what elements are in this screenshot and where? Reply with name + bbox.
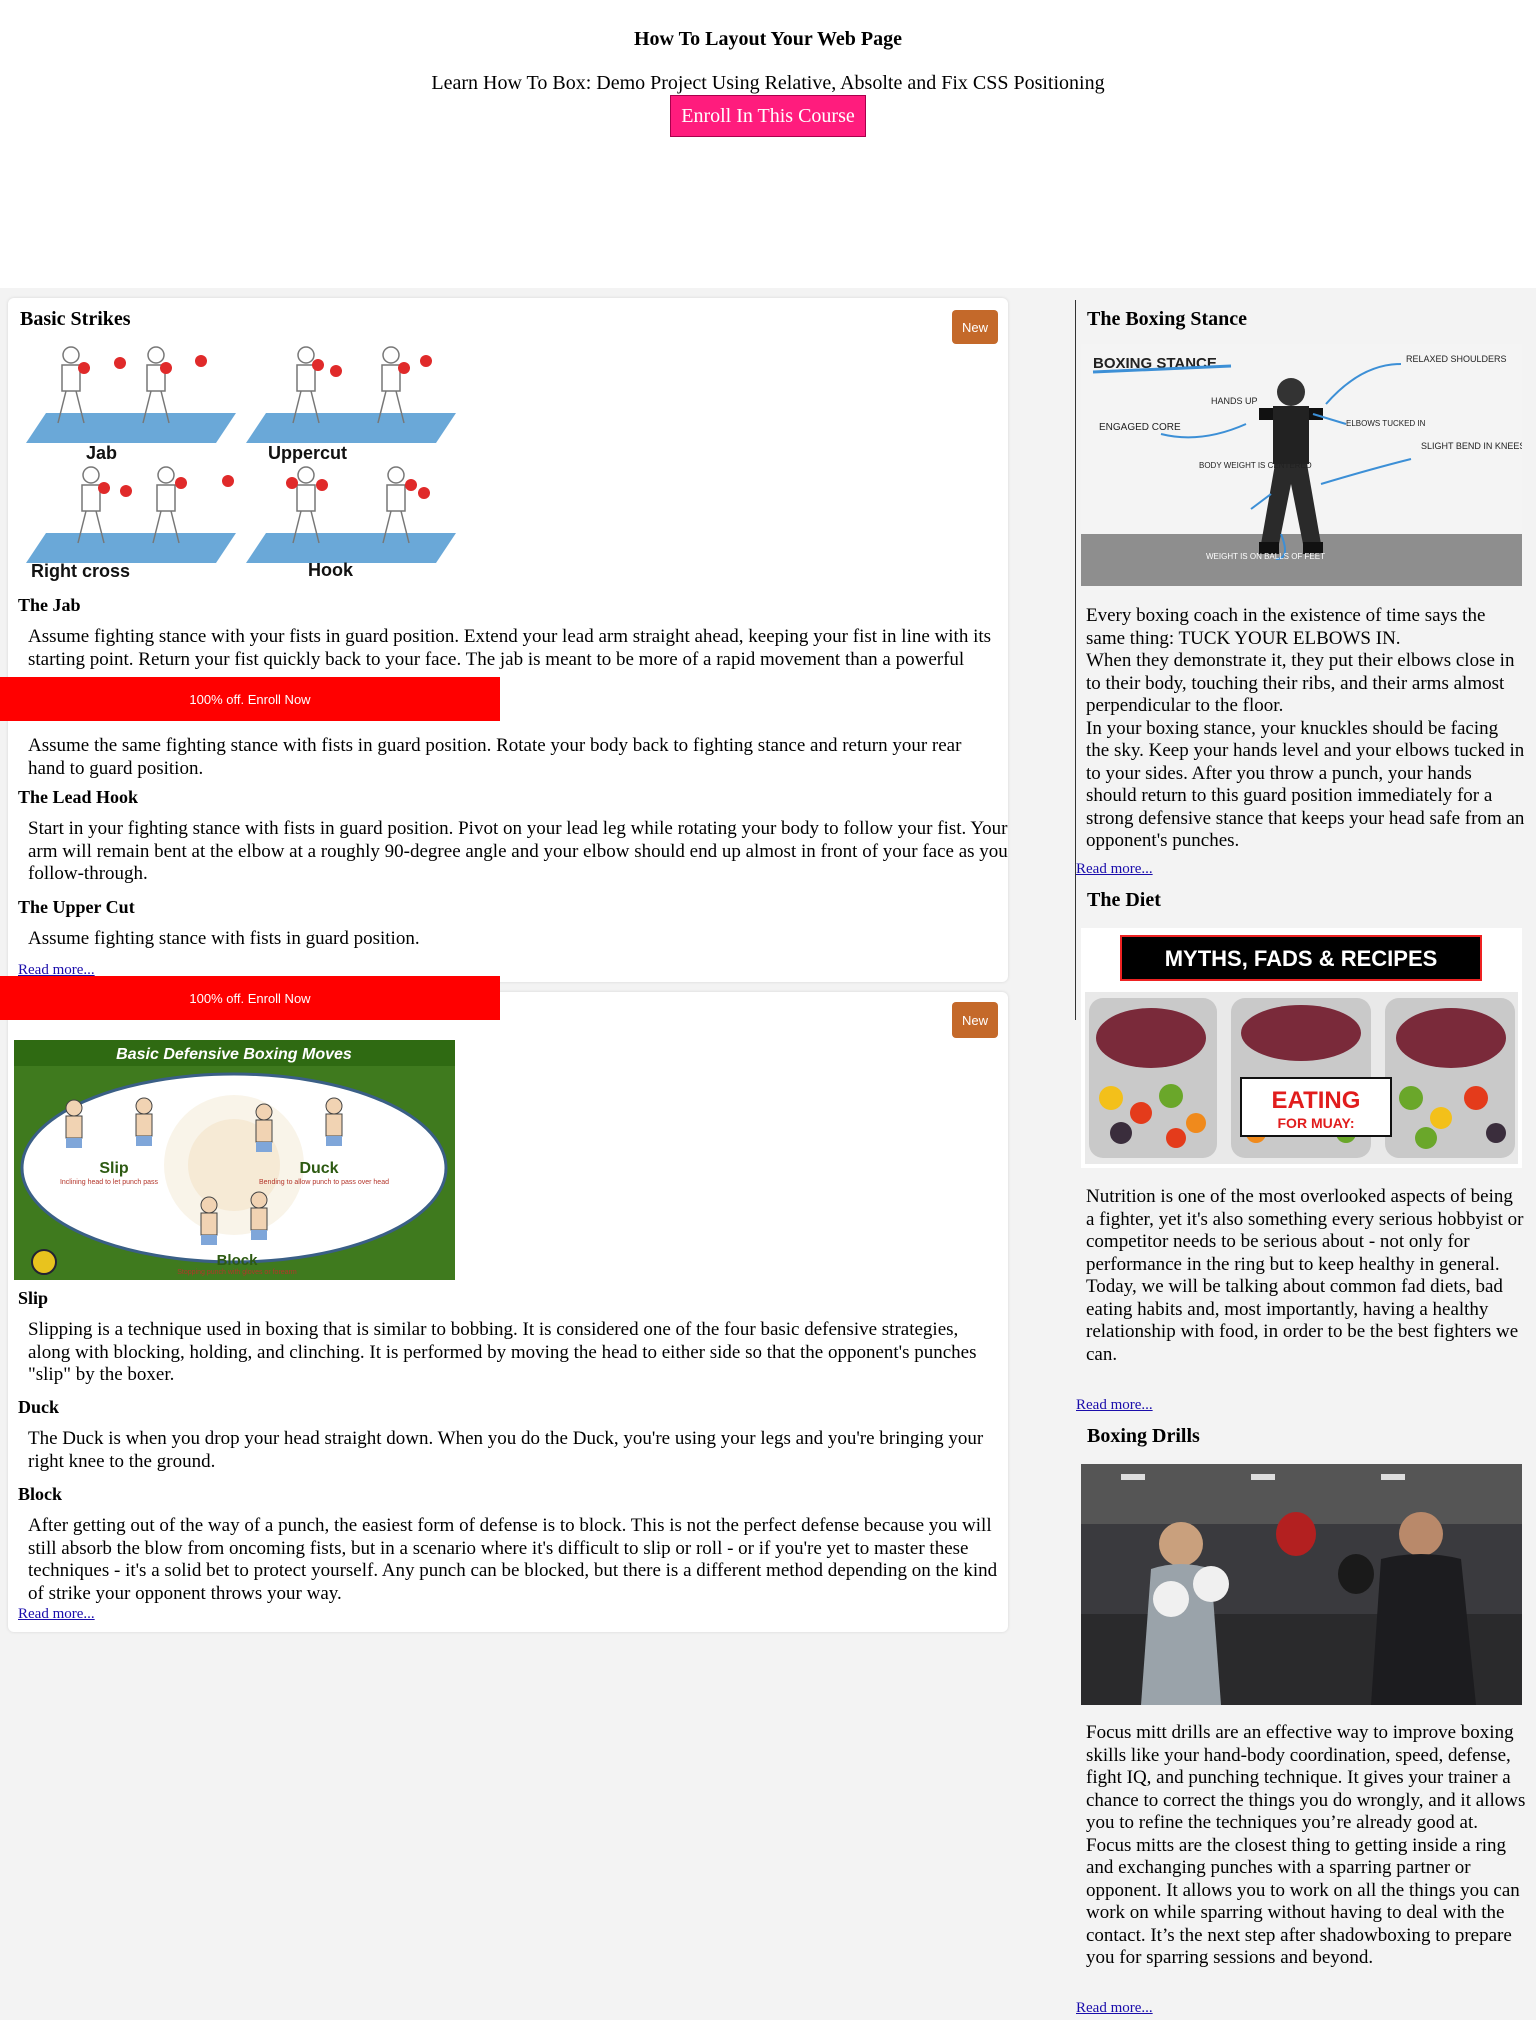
diet-image: MYTHS, FADS & RECIPES EATING FOR MUAY: — [1081, 928, 1522, 1168]
section-title: Slip — [18, 1288, 49, 1308]
logo-icon — [31, 1249, 57, 1275]
new-badge: New — [952, 1002, 998, 1038]
caption-duck: Bending to allow punch to pass over head — [259, 1179, 389, 1186]
stance-label: SLIGHT BEND IN KNEES — [1421, 441, 1522, 451]
section-title: The Lead Hook — [18, 787, 139, 807]
sidebar-text: Nutrition is one of the most overlooked … — [1086, 1186, 1524, 1365]
sidebar-text: Focus mitt drills are an effective way t… — [1086, 1722, 1526, 1968]
sidebar-title: The Diet — [1087, 889, 1161, 911]
section-text: Slipping is a technique used in boxing t… — [28, 1319, 977, 1385]
section-text: Assume fighting stance with your fists i… — [28, 626, 992, 670]
label-uppercut: Uppercut — [268, 443, 347, 463]
read-more-link[interactable]: Read more... — [1076, 1397, 1153, 1414]
section-text: Assume fighting stance with fists in gua… — [28, 928, 420, 949]
stance-label: HANDS UP — [1211, 396, 1258, 406]
sidebar-text: Every boxing coach in the existence of t… — [1086, 605, 1525, 851]
label-block: Block — [217, 1252, 259, 1269]
boxing-stance-image: BOXING STANCE RELAXED SHOULDERS HANDS UP… — [1081, 344, 1522, 586]
section-title: Duck — [18, 1397, 60, 1417]
section-text: Assume the same fighting stance with fis… — [28, 735, 962, 779]
new-badge: New — [952, 310, 998, 344]
caption-slip: Inclining head to let punch pass — [60, 1179, 159, 1186]
diet-muay-text: FOR MUAY: — [1278, 1115, 1355, 1131]
stance-label: ENGAGED CORE — [1099, 422, 1181, 433]
section-text: The Duck is when you drop your head stra… — [28, 1428, 984, 1472]
stance-label: BODY WEIGHT IS CENTERED — [1199, 461, 1312, 470]
label-right-cross: Right cross — [31, 561, 130, 581]
sidebar-title: The Boxing Stance — [1087, 308, 1248, 330]
card-basic-defense: Basic Defense New Basic Defensive Boxing… — [8, 992, 1008, 1632]
caption-block: Stopping punch with gloves or forearm — [177, 1269, 297, 1276]
section-title: The Upper Cut — [18, 897, 135, 917]
sidebar-divider — [1075, 300, 1076, 1020]
section-text: Start in your fighting stance with fists… — [28, 818, 1008, 884]
page-subtitle: Learn How To Box: Demo Project Using Rel… — [431, 72, 1105, 94]
page-header: How To Layout Your Web Page Learn How To… — [0, 0, 1536, 288]
section-title: Block — [18, 1484, 63, 1504]
card-basic-strikes: Basic Strikes New Jab Uppercut Right cro… — [8, 298, 1008, 982]
stance-label: RELAXED SHOULDERS — [1406, 354, 1507, 364]
image-title: Basic Defensive Boxing Moves — [116, 1046, 352, 1063]
basic-strikes-image: Jab Uppercut Right cross Hook — [16, 343, 466, 583]
label-hook: Hook — [308, 560, 354, 580]
promo-enroll-banner[interactable]: 100% off. Enroll Now — [0, 976, 500, 1020]
card-title: Basic Strikes — [20, 308, 131, 330]
section-title: The Jab — [18, 595, 81, 615]
section-text: After getting out of the way of a punch,… — [28, 1515, 998, 1604]
read-more-link[interactable]: Read more... — [1076, 2000, 1153, 2017]
page-title: How To Layout Your Web Page — [633, 28, 903, 50]
boxing-drills-image — [1081, 1464, 1522, 1705]
label-slip: Slip — [99, 1160, 129, 1177]
read-more-link[interactable]: Read more... — [1076, 861, 1153, 878]
stance-label: ELBOWS TUCKED IN — [1346, 419, 1426, 428]
defensive-moves-image: Basic Defensive Boxing Moves Slip Duck B… — [14, 1040, 455, 1280]
read-more-link[interactable]: Read more... — [18, 1606, 95, 1623]
label-jab: Jab — [86, 443, 117, 463]
diet-eating-text: EATING — [1272, 1087, 1361, 1114]
sidebar-title: Boxing Drills — [1087, 1425, 1200, 1447]
stance-label: WEIGHT IS ON BALLS OF FEET — [1206, 552, 1325, 561]
label-duck: Duck — [299, 1160, 338, 1177]
promo-enroll-banner[interactable]: 100% off. Enroll Now — [0, 677, 500, 721]
diet-banner-text: MYTHS, FADS & RECIPES — [1165, 946, 1438, 971]
enroll-button[interactable]: Enroll In This Course — [670, 95, 866, 137]
